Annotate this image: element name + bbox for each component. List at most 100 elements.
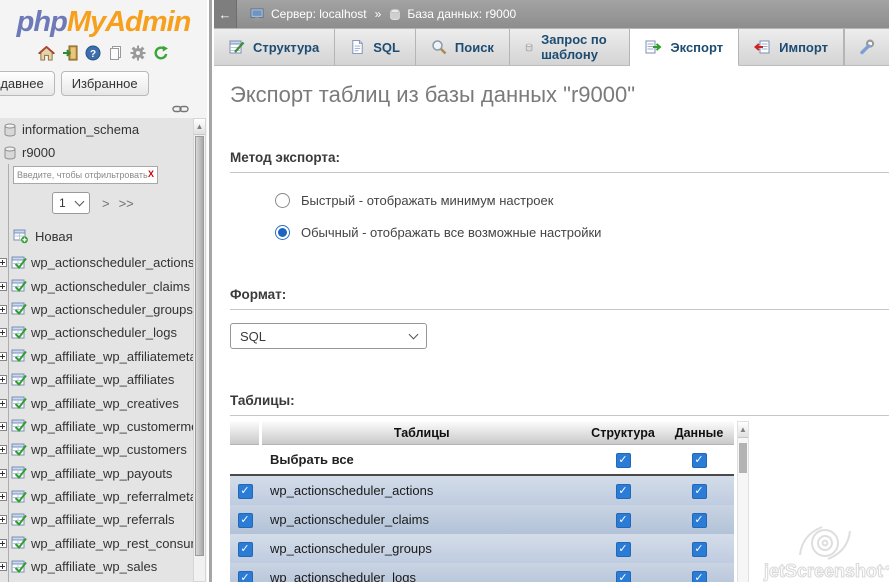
logo-myadmin: MyAdmin bbox=[67, 6, 191, 38]
scroll-up-icon[interactable] bbox=[194, 119, 205, 135]
next-page-link[interactable]: > bbox=[102, 196, 110, 211]
row-structure-checkbox[interactable] bbox=[616, 484, 631, 499]
expand-icon[interactable] bbox=[0, 559, 7, 574]
logout-icon[interactable] bbox=[62, 45, 78, 61]
expand-icon[interactable] bbox=[0, 536, 7, 551]
breadcrumb: Сервер: localhost » База данных: r9000 bbox=[250, 7, 516, 21]
table-row: wp_actionscheduler_logs bbox=[230, 563, 734, 582]
sidebar-scrollbar[interactable] bbox=[193, 118, 206, 582]
chevron-down-icon bbox=[409, 330, 419, 340]
expand-icon[interactable] bbox=[0, 325, 7, 340]
docs-icon[interactable] bbox=[108, 45, 123, 61]
expand-icon[interactable] bbox=[0, 489, 7, 504]
new-table-item[interactable]: Новая bbox=[0, 224, 193, 248]
row-data-checkbox[interactable] bbox=[692, 571, 707, 582]
row-data-checkbox[interactable] bbox=[692, 513, 707, 528]
sidebar-table-item[interactable]: wp_affiliate_wp_visits bbox=[0, 578, 193, 582]
sidebar-table-item[interactable]: wp_affiliate_wp_referralmeta bbox=[0, 485, 193, 508]
row-table-name: wp_actionscheduler_groups bbox=[260, 534, 582, 563]
breadcrumb-separator: » bbox=[375, 7, 382, 21]
filter-tables-input[interactable]: Введите, чтобы отфильтровать bbox=[13, 166, 158, 184]
panel-divider[interactable] bbox=[207, 0, 214, 582]
row-data-checkbox[interactable] bbox=[692, 542, 707, 557]
tree-filter: Введите, чтобы отфильтровать X bbox=[13, 166, 158, 184]
expand-icon[interactable] bbox=[0, 466, 7, 481]
format-section: Формат: SQL bbox=[230, 287, 889, 349]
phpmyadmin-logo[interactable]: phpMyAdmin bbox=[0, 0, 207, 39]
expand-icon[interactable] bbox=[0, 372, 7, 387]
sidebar-table-item[interactable]: wp_affiliate_wp_payouts bbox=[0, 462, 193, 485]
radio-button[interactable] bbox=[275, 193, 290, 208]
breadcrumb-database[interactable]: База данных: r9000 bbox=[407, 7, 516, 21]
recent-tab[interactable]: Недавнее bbox=[0, 71, 55, 96]
select-all-data-checkbox[interactable] bbox=[692, 453, 707, 468]
row-select-checkbox[interactable] bbox=[238, 542, 253, 557]
sidebar-table-item[interactable]: wp_affiliate_wp_rest_consumers bbox=[0, 532, 193, 555]
sidebar-table-item[interactable]: wp_affiliate_wp_referrals bbox=[0, 508, 193, 531]
help-icon[interactable]: ? bbox=[85, 45, 101, 61]
sidebar-table-item[interactable]: wp_affiliate_wp_sales bbox=[0, 555, 193, 578]
scroll-up-icon[interactable] bbox=[738, 422, 748, 438]
table-icon bbox=[11, 396, 27, 410]
expand-icon[interactable] bbox=[0, 349, 7, 364]
breadcrumb-server[interactable]: Сервер: localhost bbox=[271, 7, 367, 21]
row-structure-checkbox[interactable] bbox=[616, 513, 631, 528]
tab-sql[interactable]: SQL bbox=[335, 29, 416, 66]
expand-icon[interactable] bbox=[0, 255, 7, 270]
sidebar-table-item[interactable]: wp_actionscheduler_logs bbox=[0, 321, 193, 344]
select-all-structure-checkbox[interactable] bbox=[616, 453, 631, 468]
data-column-header: Данные bbox=[664, 421, 734, 445]
tab-extra-tools[interactable] bbox=[844, 29, 889, 66]
sidebar-item-information-schema[interactable]: information_schema bbox=[0, 118, 193, 141]
row-select-checkbox[interactable] bbox=[238, 484, 253, 499]
tab-export[interactable]: Экспорт bbox=[630, 29, 739, 66]
sidebar-table-item[interactable]: wp_actionscheduler_claims bbox=[0, 274, 193, 297]
home-icon[interactable] bbox=[38, 46, 55, 61]
expand-icon[interactable] bbox=[0, 302, 7, 317]
page-number-select[interactable]: 1 bbox=[52, 192, 90, 214]
last-page-link[interactable]: >> bbox=[119, 196, 134, 211]
refresh-icon[interactable] bbox=[153, 45, 169, 61]
row-select-checkbox[interactable] bbox=[238, 571, 253, 582]
scrollbar-thumb[interactable] bbox=[739, 443, 747, 473]
sidebar-table-item[interactable]: wp_affiliate_wp_affiliatemeta bbox=[0, 345, 193, 368]
sidebar-table-item[interactable]: wp_affiliate_wp_creatives bbox=[0, 391, 193, 414]
collapse-navigation-button[interactable]: ← bbox=[214, 0, 237, 28]
clear-filter-button[interactable]: X bbox=[148, 169, 154, 179]
expand-icon[interactable] bbox=[0, 512, 7, 527]
sidebar-table-item[interactable]: wp_affiliate_wp_customermeta bbox=[0, 415, 193, 438]
scrollbar-thumb[interactable] bbox=[195, 136, 204, 556]
sidebar-table-item[interactable]: wp_affiliate_wp_affiliates bbox=[0, 368, 193, 391]
sidebar-table-item[interactable]: wp_actionscheduler_groups bbox=[0, 298, 193, 321]
export-method-option[interactable]: Обычный - отображать все возможные настр… bbox=[275, 225, 889, 240]
export-method-option[interactable]: Быстрый - отображать минимум настроек bbox=[275, 193, 889, 208]
radio-button[interactable] bbox=[275, 225, 290, 240]
row-data-checkbox[interactable] bbox=[692, 484, 707, 499]
expand-icon[interactable] bbox=[0, 396, 7, 411]
expand-icon[interactable] bbox=[0, 279, 7, 294]
database-tree: information_schema r9000 Введите, чтобы … bbox=[0, 118, 193, 582]
tab-import[interactable]: Импорт bbox=[739, 29, 844, 66]
sidebar-item-r9000[interactable]: r9000 bbox=[0, 141, 193, 164]
tab-structure[interactable]: Структура bbox=[214, 29, 335, 66]
row-structure-checkbox[interactable] bbox=[616, 542, 631, 557]
server-icon bbox=[250, 8, 265, 21]
table-icon bbox=[11, 536, 27, 550]
table-name: wp_affiliate_wp_referrals bbox=[31, 512, 175, 527]
sidebar-table-item[interactable]: wp_actionscheduler_actions bbox=[0, 251, 193, 274]
tables-scrollbar[interactable] bbox=[737, 421, 749, 582]
table-icon bbox=[11, 326, 27, 340]
expand-icon[interactable] bbox=[0, 419, 7, 434]
format-select[interactable]: SQL bbox=[230, 323, 427, 349]
settings-gear-icon[interactable] bbox=[130, 45, 146, 61]
tab-search[interactable]: Поиск bbox=[416, 29, 510, 66]
row-structure-checkbox[interactable] bbox=[616, 571, 631, 582]
table-name: wp_affiliate_wp_customers bbox=[31, 442, 187, 457]
tab-query-by-example[interactable]: Запрос по шаблону bbox=[510, 29, 630, 66]
row-select-checkbox[interactable] bbox=[238, 513, 253, 528]
database-name: information_schema bbox=[22, 122, 139, 137]
link-panels-icon[interactable] bbox=[172, 101, 189, 119]
sidebar-table-item[interactable]: wp_affiliate_wp_customers bbox=[0, 438, 193, 461]
expand-icon[interactable] bbox=[0, 442, 7, 457]
favorites-tab[interactable]: Избранное bbox=[61, 71, 149, 96]
